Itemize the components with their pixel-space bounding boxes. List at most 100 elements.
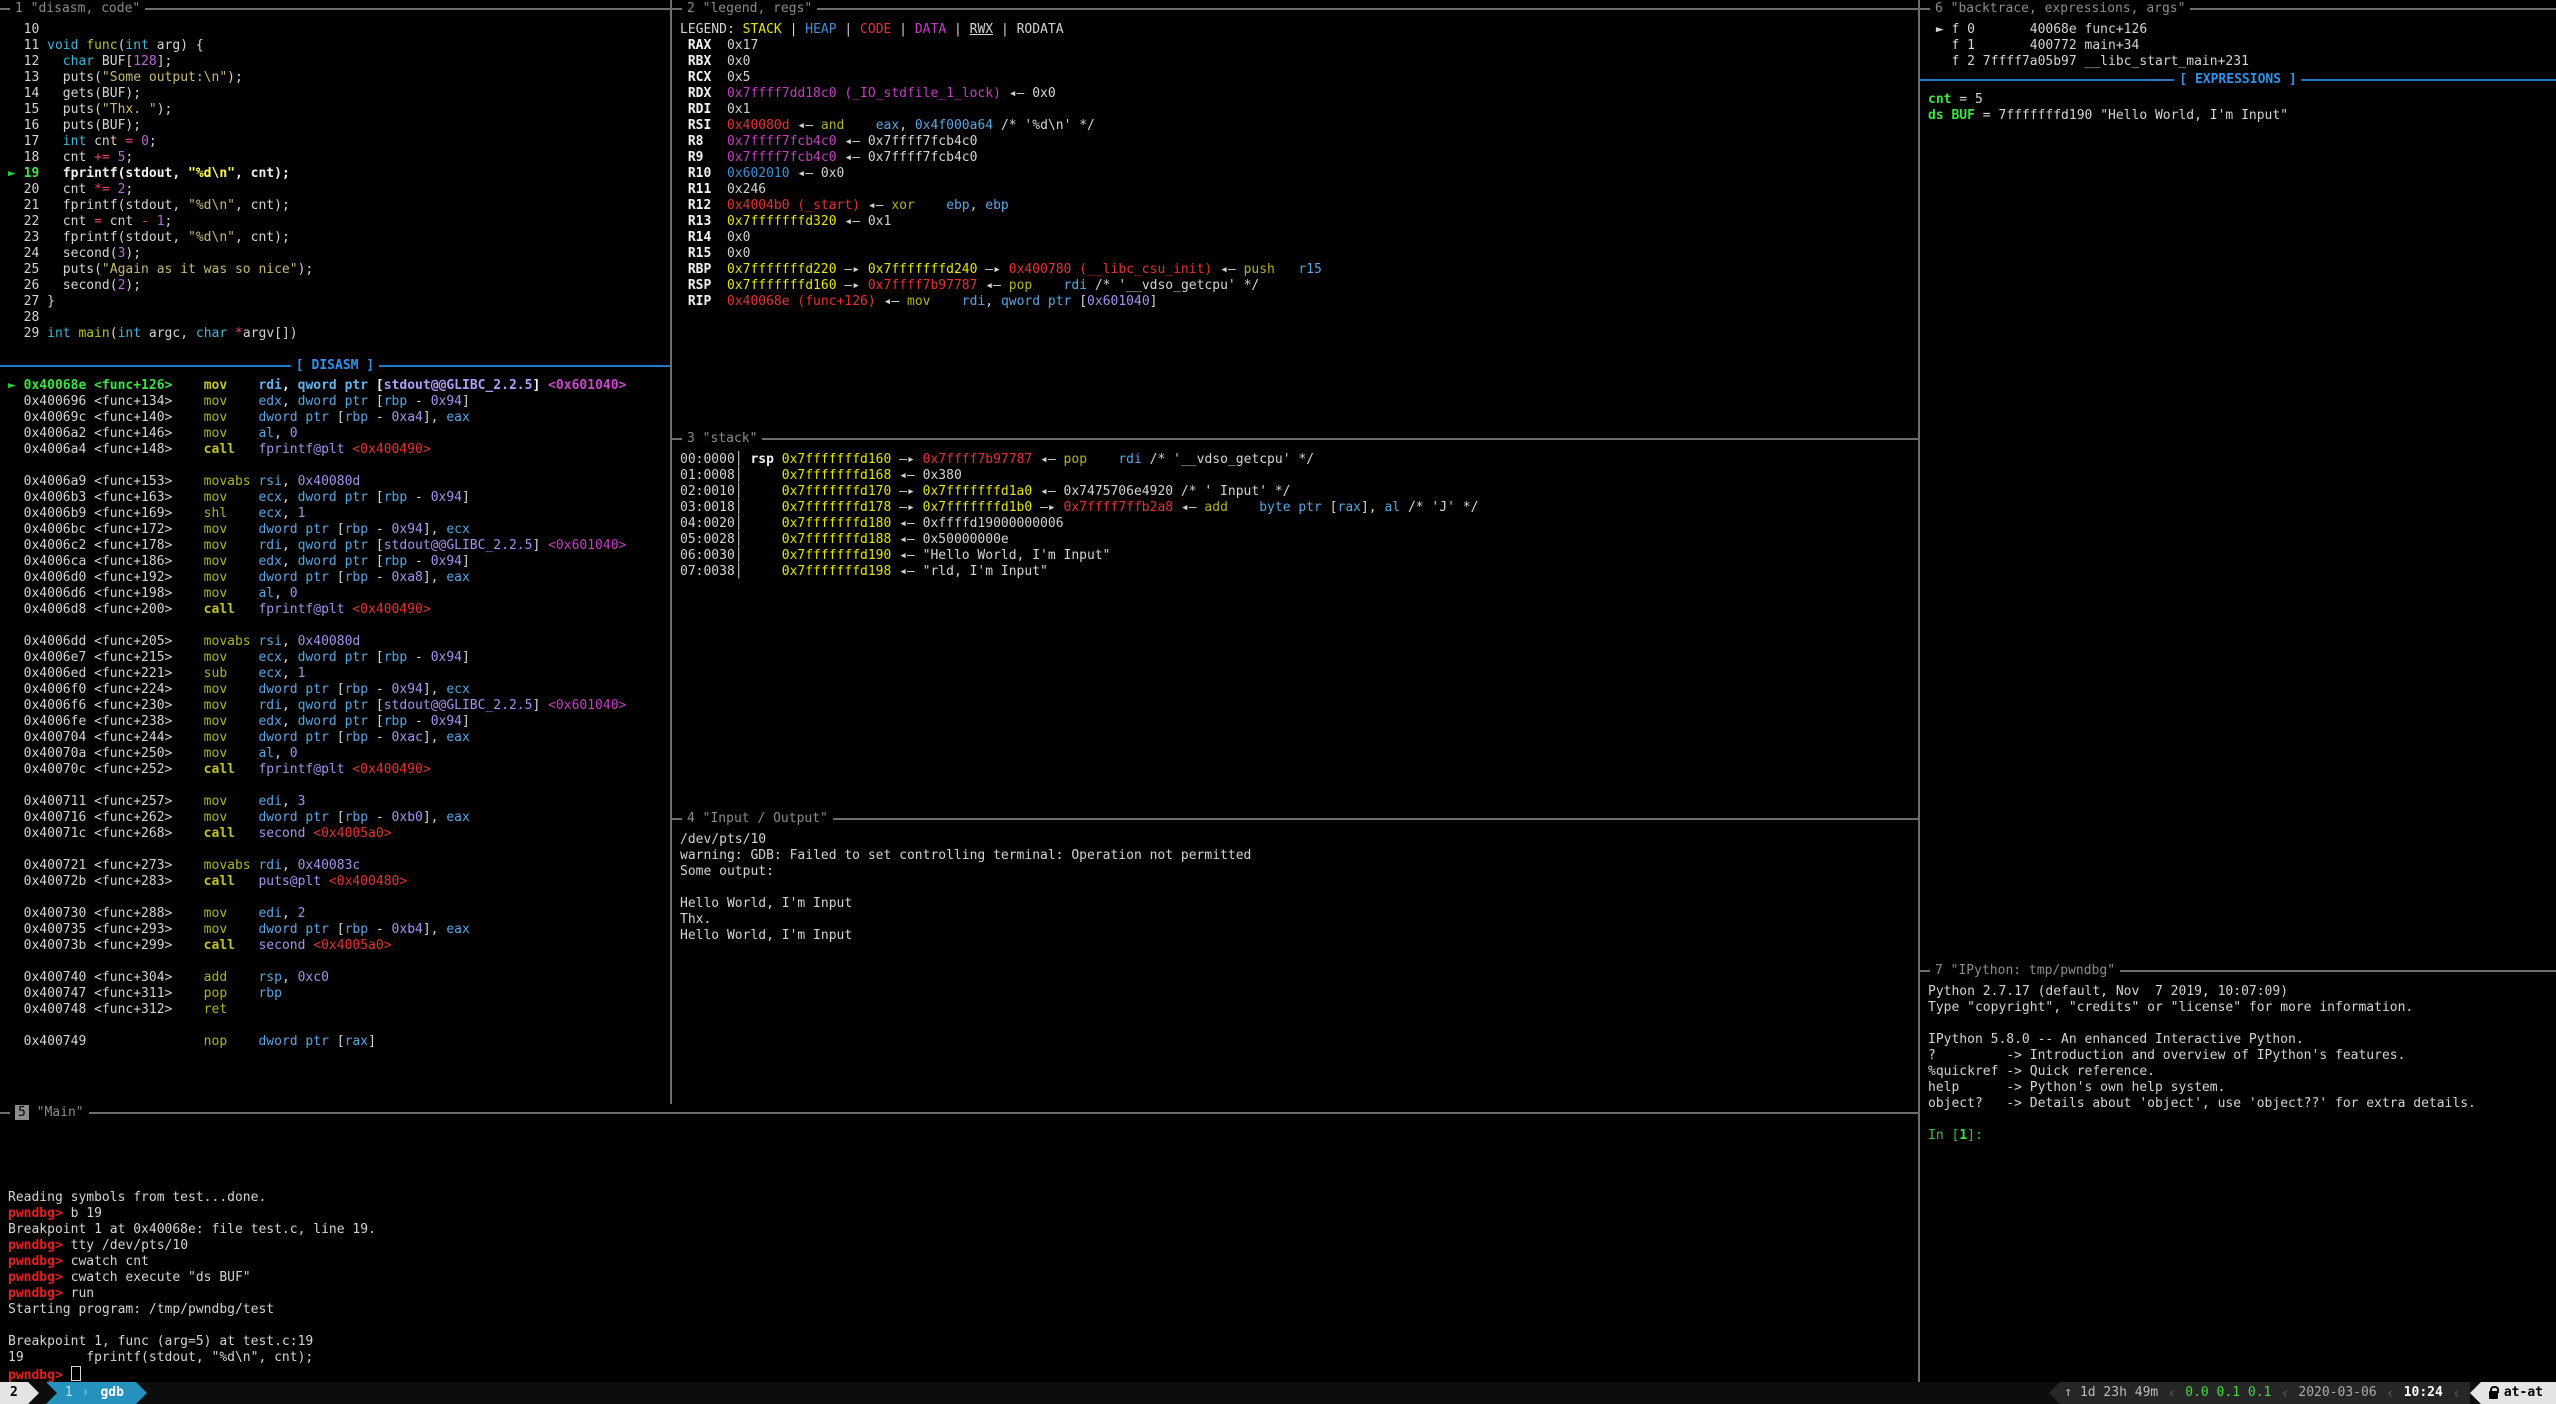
line	[8, 1018, 626, 1034]
line	[8, 890, 626, 906]
line: 0x400747 <func+311> pop rbp	[8, 986, 626, 1002]
uptime-indicator: ↑ 1d 23h 49m	[2060, 1385, 2158, 1401]
line: 03:0018│ 0x7fffffffd178 —▸ 0x7fffffffd1b…	[680, 500, 1478, 516]
line: In [1]:	[1928, 1128, 2476, 1144]
pane-ipython-header: 7 "IPython: tmp/pwndbg"	[1920, 962, 2556, 980]
pane-title: 3 "stack"	[682, 431, 762, 447]
line	[8, 778, 626, 794]
line: 23 fprintf(stdout, "%d\n", cnt);	[8, 230, 313, 246]
pane-legend-regs[interactable]: 2 "legend, regs" LEGEND: STACK | HEAP | …	[672, 0, 1918, 430]
line: 0x400740 <func+304> add rsp, 0xc0	[8, 970, 626, 986]
gdb-console-lines[interactable]: Reading symbols from test...done. pwndbg>…	[8, 1126, 376, 1382]
line: 0x4006a9 <func+153> movabs rsi, 0x40080d	[8, 474, 626, 490]
pane-stack-header: 3 "stack"	[672, 430, 1918, 448]
pane-title-text: "stack"	[695, 431, 758, 446]
line: 0x400711 <func+257> mov edi, 3	[8, 794, 626, 810]
line	[8, 1142, 376, 1158]
line: 29 int main(int argc, char *argv[])	[8, 326, 313, 342]
line: 0x4006c2 <func+178> mov rdi, qword ptr […	[8, 538, 626, 554]
line	[8, 1318, 376, 1334]
line: 02:0010│ 0x7fffffffd170 —▸ 0x7fffffffd1a…	[680, 484, 1478, 500]
line: 0x4006fe <func+238> mov edx, dword ptr […	[8, 714, 626, 730]
line	[8, 842, 626, 858]
line: 0x4006b9 <func+169> shl ecx, 1	[8, 506, 626, 522]
line: 0x4006a4 <func+148> call fprintf@plt <0x…	[8, 442, 626, 458]
powerline-arrow-left-icon	[2470, 1382, 2481, 1404]
line: RDI 0x1	[680, 102, 1322, 118]
line: 0x400704 <func+244> mov dword ptr [rbp -…	[8, 730, 626, 746]
line: 26 second(2);	[8, 278, 313, 294]
source-code-lines: 10 11 void func(int arg) { 12 char BUF[1…	[8, 22, 313, 342]
line	[680, 880, 1251, 896]
active-window-segment[interactable]: 1 › gdb	[46, 1382, 136, 1404]
line: pwndbg> cwatch cnt	[8, 1254, 376, 1270]
line: Hello World, I'm Input	[680, 896, 1251, 912]
window-index-segment[interactable]: 2	[0, 1382, 28, 1404]
expressions-separator-label: [ EXPRESSIONS ]	[2174, 72, 2301, 88]
line: 14 gets(BUF);	[8, 86, 313, 102]
line: Breakpoint 1, func (arg=5) at test.c:19	[8, 1334, 376, 1350]
expressions-separator: [ EXPRESSIONS ]	[1920, 72, 2556, 88]
line: Breakpoint 1 at 0x40068e: file test.c, l…	[8, 1222, 376, 1238]
line	[8, 618, 626, 634]
line: 05:0028│ 0x7fffffffd188 ◂— 0x50000000e	[680, 532, 1478, 548]
line: 04:0020│ 0x7fffffffd180 ◂— 0xffffd190000…	[680, 516, 1478, 532]
line: ► f 0 40068e func+126	[1928, 22, 2249, 38]
line: 07:0038│ 0x7fffffffd198 ◂— "rld, I'm Inp…	[680, 564, 1478, 580]
tmux-status-bar: 2 1 › gdb ↑ 1d 23h 49m ‹ 0.0 0.1 0.1 ‹ 2…	[0, 1382, 2556, 1404]
line: 0x4006ca <func+186> mov edx, dword ptr […	[8, 554, 626, 570]
line: 0x400716 <func+262> mov dword ptr [rbp -…	[8, 810, 626, 826]
line: 0x400721 <func+273> movabs rdi, 0x40083c	[8, 858, 626, 874]
pane-main-console[interactable]: 5 "Main" Reading symbols from test...don…	[0, 1104, 1918, 1382]
line: 0x400749 nop dword ptr [rax]	[8, 1034, 626, 1050]
pane-legend-regs-header: 2 "legend, regs"	[672, 0, 1918, 18]
powerline-arrow-left-icon	[2049, 1382, 2060, 1404]
line: 19 fprintf(stdout, "%d\n", cnt);	[8, 1350, 376, 1366]
line: R10 0x602010 ◂— 0x0	[680, 166, 1322, 182]
pane-ipython[interactable]: 7 "IPython: tmp/pwndbg" Python 2.7.17 (d…	[1920, 962, 2556, 1382]
line: R12 0x4004b0 (_start) ◂— xor ebp, ebp	[680, 198, 1322, 214]
line: 22 cnt = cnt - 1;	[8, 214, 313, 230]
pane-title: 6 "backtrace, expressions, args"	[1930, 1, 2190, 17]
line: RIP 0x40068e (func+126) ◂— mov rdi, qwor…	[680, 294, 1322, 310]
status-info-block: ↑ 1d 23h 49m ‹ 0.0 0.1 0.1 ‹ 2020-03-06 …	[2060, 1382, 2470, 1404]
chevron-left-icon: ‹	[2377, 1385, 2404, 1401]
line	[1928, 1112, 2476, 1128]
line: IPython 5.8.0 -- An enhanced Interactive…	[1928, 1032, 2476, 1048]
line: 15 puts("Thx. ");	[8, 102, 313, 118]
disasm-separator: [ DISASM ]	[0, 358, 670, 374]
active-window-name[interactable]: gdb	[91, 1385, 135, 1401]
line: RSI 0x40080d ◂— and eax, 0x4f000a64 /* '…	[680, 118, 1322, 134]
ipython-console-lines[interactable]: Python 2.7.17 (default, Nov 7 2019, 10:0…	[1928, 984, 2476, 1144]
line: R15 0x0	[680, 246, 1322, 262]
program-output-lines: /dev/pts/10warning: GDB: Failed to set c…	[680, 832, 1251, 944]
line: 00:0000│ rsp 0x7fffffffd160 —▸ 0x7ffff7b…	[680, 452, 1478, 468]
line: 17 int cnt = 0;	[8, 134, 313, 150]
pane-number: 6	[1935, 1, 1943, 16]
status-clock: 10:24	[2404, 1385, 2443, 1401]
active-pane-index: 1	[57, 1385, 80, 1401]
pane-title-text: "disasm, code"	[23, 1, 140, 16]
line: 0x4006d0 <func+192> mov dword ptr [rbp -…	[8, 570, 626, 586]
pane-stack[interactable]: 3 "stack" 00:0000│ rsp 0x7fffffffd160 —▸…	[672, 430, 1918, 810]
line: 0x4006e7 <func+215> mov ecx, dword ptr […	[8, 650, 626, 666]
pane-number: 2	[687, 1, 695, 16]
line: RBX 0x0	[680, 54, 1322, 70]
line: RSP 0x7fffffffd160 —▸ 0x7ffff7b97787 ◂— …	[680, 278, 1322, 294]
line: Reading symbols from test...done.	[8, 1190, 376, 1206]
line: R8 0x7ffff7fcb4c0 ◂— 0x7ffff7fcb4c0	[680, 134, 1322, 150]
line: RCX 0x5	[680, 70, 1322, 86]
hostname-segment: at-at	[2481, 1382, 2556, 1404]
pane-title: 4 "Input / Output"	[682, 811, 833, 827]
pane-input-output[interactable]: 4 "Input / Output" /dev/pts/10warning: G…	[672, 810, 1918, 1104]
line: 01:0008│ 0x7fffffffd168 ◂— 0x380	[680, 468, 1478, 484]
pane-backtrace-expressions[interactable]: 6 "backtrace, expressions, args" ► f 0 4…	[1920, 0, 2556, 962]
line: RDX 0x7ffff7dd18c0 (_IO_stdfile_1_lock) …	[680, 86, 1322, 102]
pane-disasm-code[interactable]: 1 "disasm, code" 10 11 void func(int arg…	[0, 0, 670, 1104]
line: 06:0030│ 0x7fffffffd190 ◂— "Hello World,…	[680, 548, 1478, 564]
line: 0x4006bc <func+172> mov dword ptr [rbp -…	[8, 522, 626, 538]
chevron-left-icon: ‹	[2443, 1385, 2470, 1401]
pane-backtrace-header: 6 "backtrace, expressions, args"	[1920, 0, 2556, 18]
line: R11 0x246	[680, 182, 1322, 198]
line: 0x4006dd <func+205> movabs rsi, 0x40080d	[8, 634, 626, 650]
